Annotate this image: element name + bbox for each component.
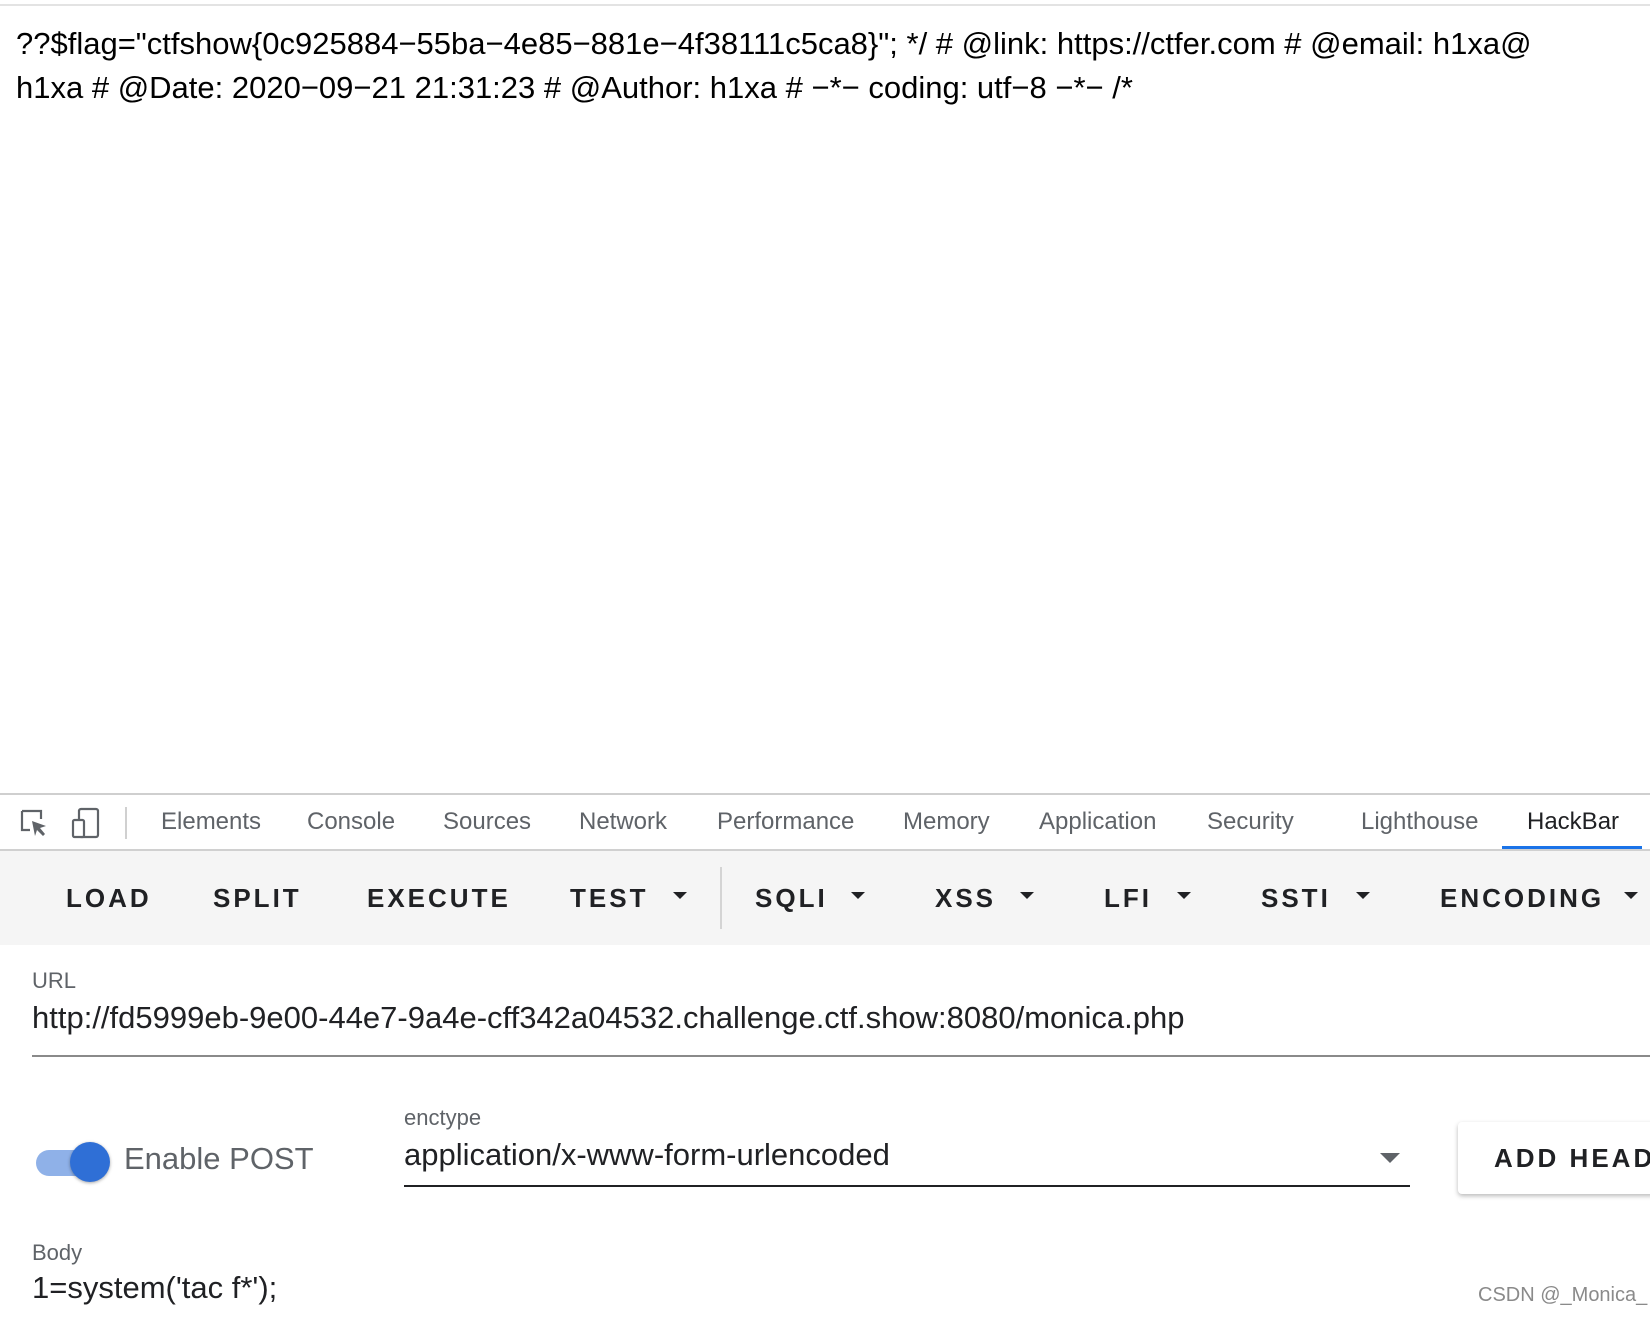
hackbar-toolbar: LOAD SPLIT EXECUTE TEST SQLI XSS LFI SST… [0,851,1650,945]
chevron-down-icon [1624,892,1638,899]
add-header-button[interactable]: ADD HEADER [1458,1122,1650,1194]
tab-security[interactable]: Security [1207,795,1294,849]
tab-sources[interactable]: Sources [443,795,531,849]
device-toolbar-icon[interactable] [68,805,104,841]
ssti-dropdown[interactable]: SSTI [1261,851,1331,945]
chevron-down-icon [1356,892,1370,899]
page-output-line-2: h1xa # @Date: 2020−09−21 21:31:23 # @Aut… [16,70,1133,105]
chevron-down-icon [1020,892,1034,899]
top-border [0,4,1650,6]
devtools-separator [125,807,127,839]
tab-elements[interactable]: Elements [161,795,261,849]
body-label: Body [32,1240,83,1265]
devtools-tabbar: Elements Console Sources Network Perform… [0,795,1650,851]
enctype-label: enctype [404,1105,482,1130]
url-input[interactable]: http://fd5999eb-9e00-44e7-9a4e-cff342a04… [32,995,1650,1057]
execute-button[interactable]: EXECUTE [367,851,511,945]
watermark: CSDN @_Monica_ [1478,1284,1648,1306]
tab-console[interactable]: Console [307,795,395,849]
chevron-down-icon [673,892,687,899]
tab-network[interactable]: Network [579,795,667,849]
enable-post-label: Enable POST [124,1141,314,1176]
enable-post-toggle[interactable] [34,1140,114,1184]
chevron-down-icon [1177,892,1191,899]
page-output-line-1: ??$flag="ctfshow{0c925884−55ba−4e85−881e… [16,26,1532,61]
load-button[interactable]: LOAD [66,851,152,945]
toolbar-divider [720,867,722,929]
tab-application[interactable]: Application [1039,795,1156,849]
body-input[interactable]: 1=system('tac f*'); [32,1270,1432,1306]
tab-lighthouse[interactable]: Lighthouse [1361,795,1478,849]
sqli-dropdown[interactable]: SQLI [755,851,828,945]
browser-page: ??$flag="ctfshow{0c925884−55ba−4e85−881e… [0,0,1650,1318]
enctype-select[interactable]: application/x-www-form-urlencoded [404,1133,1410,1187]
chevron-down-icon [1380,1153,1400,1163]
enctype-value: application/x-www-form-urlencoded [404,1137,890,1172]
inspect-element-icon[interactable] [16,805,52,841]
tab-memory[interactable]: Memory [903,795,990,849]
tab-hackbar[interactable]: HackBar [1527,795,1619,849]
url-label: URL [32,968,77,993]
toggle-knob [70,1142,110,1182]
active-tab-indicator [1502,846,1642,849]
page-output: ??$flag="ctfshow{0c925884−55ba−4e85−881e… [16,22,1650,110]
encoding-dropdown[interactable]: ENCODING [1440,851,1604,945]
xss-dropdown[interactable]: XSS [935,851,996,945]
split-button[interactable]: SPLIT [213,851,302,945]
lfi-dropdown[interactable]: LFI [1104,851,1152,945]
test-dropdown[interactable]: TEST [570,851,648,945]
chevron-down-icon [851,892,865,899]
tab-performance[interactable]: Performance [717,795,854,849]
